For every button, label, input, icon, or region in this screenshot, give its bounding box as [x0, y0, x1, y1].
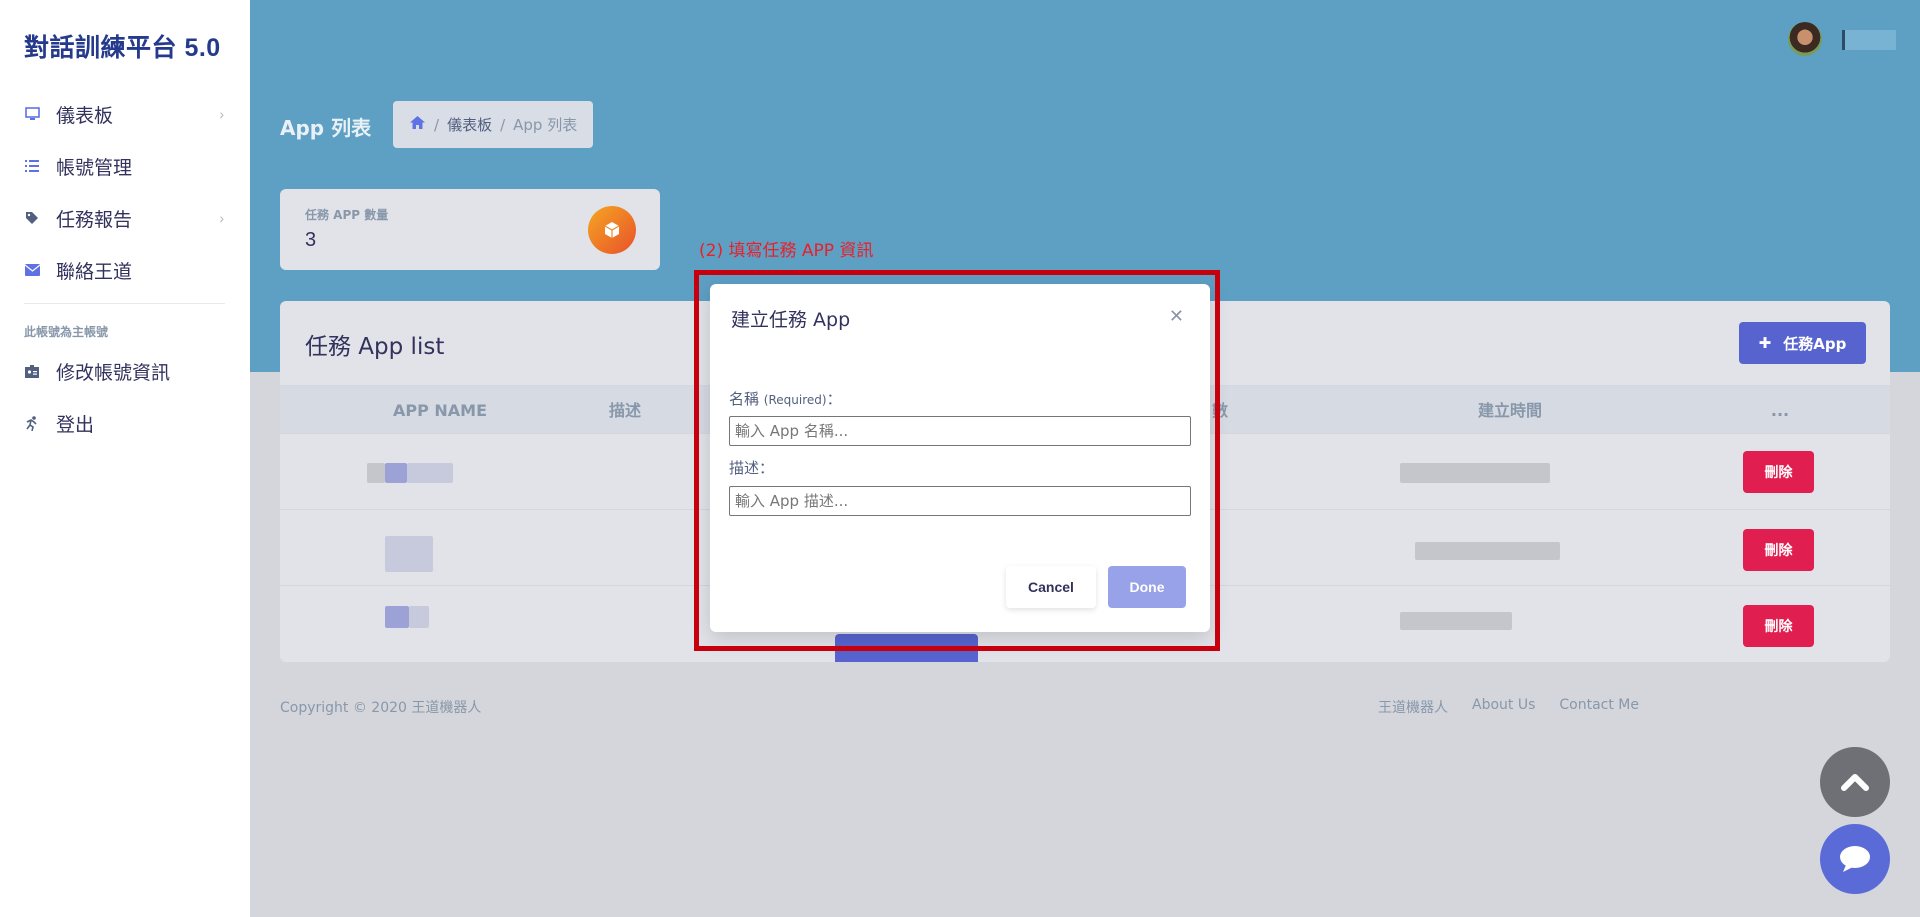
stat-label: 任務 APP 數量: [305, 208, 389, 222]
sidebar-item-accounts[interactable]: 帳號管理: [0, 140, 250, 192]
breadcrumb-separator: /: [434, 115, 440, 134]
scroll-to-top-button[interactable]: [1820, 747, 1890, 817]
monitor-icon: [24, 106, 40, 122]
stat-value: 3: [305, 229, 317, 251]
sidebar-item-label: 登出: [56, 413, 95, 436]
stat-card-app-count: 任務 APP 數量 3: [280, 189, 660, 270]
footer-links: 王道機器人 About Us Contact Me: [1378, 697, 1639, 717]
redacted-app-name: [367, 463, 385, 483]
redacted-app-name: [385, 463, 407, 483]
redacted-app-name: [385, 536, 433, 572]
id-card-icon: [24, 363, 40, 379]
add-app-button[interactable]: ✚ 任務App: [1739, 322, 1866, 364]
breadcrumb-dashboard[interactable]: 儀表板: [447, 114, 492, 135]
column-header-created[interactable]: 建立時間: [1410, 386, 1610, 435]
sidebar-heading: 此帳號為主帳號: [24, 325, 109, 339]
sidebar-item-dashboard[interactable]: 儀表板 ›: [0, 88, 250, 140]
redacted-created-time: [1400, 463, 1550, 483]
footer-copyright: Copyright © 2020 王道機器人: [280, 700, 482, 716]
avatar[interactable]: [1788, 22, 1822, 56]
chat-button[interactable]: [1820, 824, 1890, 894]
list-icon: [24, 158, 40, 174]
footer-link-contact[interactable]: Contact Me: [1559, 697, 1639, 717]
redacted-created-time: [1400, 612, 1512, 630]
user-name-redacted[interactable]: [1842, 30, 1896, 50]
sidebar-nav: 儀表板 › 帳號管理 任務報告 › 聯絡王道: [0, 88, 250, 296]
sidebar-item-label: 任務報告: [56, 208, 133, 231]
chevron-up-icon: [1841, 774, 1869, 791]
page-title: App 列表: [280, 116, 372, 140]
plus-icon: ✚: [1758, 334, 1772, 352]
sidebar-item-logout[interactable]: 登出: [0, 397, 250, 449]
add-app-label: 任務App: [1783, 334, 1847, 353]
breadcrumb-separator: /: [500, 115, 506, 134]
chevron-right-icon: ›: [219, 106, 224, 122]
running-icon: [24, 415, 40, 431]
sidebar-item-edit-account[interactable]: 修改帳號資訊: [0, 345, 250, 397]
redacted-app-name: [407, 463, 453, 483]
sidebar-nav-account: 修改帳號資訊 登出: [0, 345, 250, 449]
envelope-icon: [24, 262, 40, 278]
column-header-description[interactable]: 描述: [545, 386, 705, 435]
breadcrumb-current: App 列表: [513, 116, 578, 134]
chat-bubble-icon: [1840, 846, 1870, 872]
annotation-highlight-box: [694, 270, 1220, 651]
delete-button[interactable]: 刪除: [1743, 529, 1814, 571]
sidebar-item-label: 修改帳號資訊: [56, 361, 171, 384]
brand-title[interactable]: 對話訓練平台 5.0: [24, 28, 221, 64]
tag-icon: [24, 210, 40, 226]
sidebar-divider: [24, 303, 225, 304]
sidebar-item-label: 聯絡王道: [56, 260, 133, 283]
sidebar-item-label: 儀表板: [56, 104, 114, 127]
annotation-label: (2) 填寫任務 APP 資訊: [699, 241, 874, 261]
redacted-created-time: [1415, 542, 1560, 560]
column-header-actions: ...: [1770, 401, 1790, 420]
sidebar-item-contact[interactable]: 聯絡王道: [0, 244, 250, 296]
sidebar-item-reports[interactable]: 任務報告 ›: [0, 192, 250, 244]
cube-icon: [588, 206, 636, 254]
delete-button[interactable]: 刪除: [1743, 451, 1814, 493]
breadcrumb: / 儀表板 / App 列表: [393, 101, 594, 148]
sidebar-item-label: 帳號管理: [56, 156, 133, 179]
list-title: 任務 App list: [305, 334, 445, 360]
column-header-app-name[interactable]: APP NAME: [340, 386, 540, 435]
sidebar: 對話訓練平台 5.0 儀表板 › 帳號管理 任務報告 › 聯絡王道 此帳號為主帳…: [0, 0, 250, 917]
redacted-app-name: [409, 606, 429, 628]
footer-link-home[interactable]: 王道機器人: [1378, 697, 1448, 717]
chevron-right-icon: ›: [219, 210, 224, 226]
home-icon[interactable]: [409, 115, 426, 134]
redacted-app-name: [385, 606, 409, 628]
footer-link-about[interactable]: About Us: [1472, 697, 1535, 717]
delete-button[interactable]: 刪除: [1743, 605, 1814, 647]
